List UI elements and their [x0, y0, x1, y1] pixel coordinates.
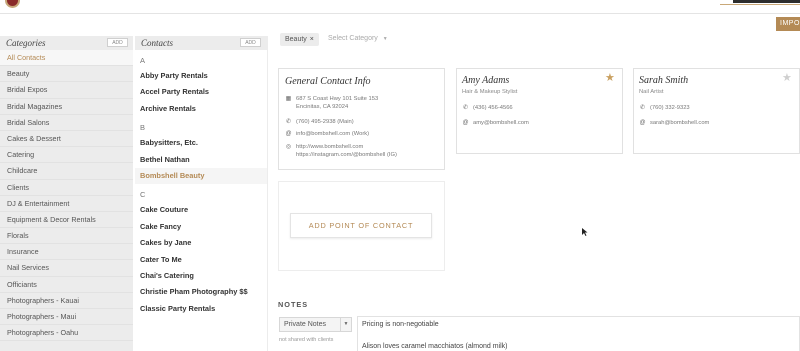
category-item[interactable]: Photographers - Maui: [0, 309, 133, 326]
general-card-title: General Contact Info: [285, 76, 371, 87]
instagram-link[interactable]: https://instagram.com/@bombshell (IG): [296, 152, 397, 158]
email-icon: @: [639, 120, 646, 126]
chevron-down-icon: ▼: [382, 36, 388, 42]
mouse-cursor-icon: [582, 228, 588, 236]
category-item[interactable]: Catering: [0, 147, 133, 164]
work-email[interactable]: info@bombshell.com (Work): [296, 131, 369, 139]
add-category-button[interactable]: ADD: [107, 38, 128, 47]
poc-phone[interactable]: (436) 456-4566: [473, 105, 513, 113]
email-icon: @: [285, 131, 292, 137]
phone-icon: ✆: [462, 105, 469, 111]
notes-hint: not shared with clients: [279, 337, 334, 343]
chip-close-icon[interactable]: ×: [310, 36, 314, 43]
categories-header: Categories ADD: [0, 36, 133, 50]
import-button[interactable]: IMPO: [776, 17, 800, 31]
category-filter-chip: Beauty ×: [280, 33, 319, 46]
category-select-placeholder: Select Category: [328, 35, 378, 42]
category-item[interactable]: Bridal Salons: [0, 115, 133, 131]
contact-group-a: Abby Party Rentals Accel Party Rentals Arc…: [135, 68, 267, 117]
letter-heading-c: C: [140, 190, 146, 200]
contact-list-item[interactable]: Bombshell Beauty: [135, 167, 267, 185]
top-bar: [0, 0, 800, 14]
poc-role: Nail Artist: [639, 89, 664, 95]
categories-title: Categories: [6, 38, 46, 48]
category-item[interactable]: Bridal Magazines: [0, 99, 133, 115]
letter-heading-a: A: [140, 56, 146, 65]
main-phone[interactable]: (760) 495-2938 (Main): [296, 119, 354, 127]
star-icon[interactable]: ★: [605, 73, 615, 84]
category-item[interactable]: Equipment & Decor Rentals: [0, 212, 133, 229]
category-item[interactable]: Beauty: [0, 66, 133, 83]
notes-title: NOTES: [278, 300, 309, 309]
contact-group-c: Cake Couture Cake Fancy Cakes by Jane Cater…: [135, 202, 267, 317]
contact-group-b: Babysitters, Etc. Bethel Nathan Bombshell …: [135, 135, 267, 185]
phone-icon: ✆: [639, 105, 646, 111]
category-item[interactable]: All Contacts: [0, 50, 133, 67]
add-point-of-contact-button[interactable]: ADD POINT OF CONTACT: [290, 213, 432, 238]
general-contact-card: General Contact Info ▦ 687 S Coast Hwy 1…: [278, 68, 445, 170]
poc-card-sarah[interactable]: Sarah Smith ★ Nail Artist ✆ (760) 332-93…: [633, 68, 800, 154]
contact-list-item[interactable]: Cake Fancy: [135, 219, 267, 235]
website-link[interactable]: http://www.bombshell.com: [296, 144, 363, 150]
contact-list-item[interactable]: Bethel Nathan: [135, 152, 267, 168]
letter-heading-b: B: [140, 123, 146, 133]
category-item[interactable]: Cakes & Dessert: [0, 131, 133, 148]
brand-logo[interactable]: [5, 0, 20, 8]
category-item[interactable]: Childcare: [0, 163, 133, 180]
header-divider: [0, 13, 800, 14]
poc-card-amy[interactable]: Amy Adams ★ Hair & Makeup Stylist ✆ (436…: [456, 68, 623, 154]
accent-rule: [720, 4, 800, 5]
categories-panel: Categories ADD All Contacts Beauty Bridal …: [0, 36, 133, 351]
chevron-down-icon: ▼: [340, 318, 351, 331]
contact-list-item[interactable]: Classic Party Rentals: [135, 301, 267, 317]
chip-label: Beauty: [285, 36, 307, 43]
category-item[interactable]: Clients: [0, 180, 133, 196]
category-item[interactable]: Photographers - Kauai: [0, 293, 133, 309]
contact-list-item[interactable]: Chai's Catering: [135, 268, 267, 284]
poc-phone[interactable]: (760) 332-9323: [650, 105, 690, 113]
poc-email[interactable]: sarah@bombshell.com: [650, 120, 709, 128]
category-item[interactable]: Officiants: [0, 277, 133, 293]
contact-list-item[interactable]: Cater To Me: [135, 252, 267, 268]
profile-thumbnail: [733, 0, 800, 3]
note-line: Alison loves caramel macchiatos (almond …: [362, 343, 508, 350]
category-item[interactable]: Photographers - Oahu: [0, 325, 133, 342]
notes-textarea[interactable]: Pricing is non-negotiable Alison loves c…: [357, 316, 800, 351]
category-item[interactable]: DJ & Entertainment: [0, 196, 133, 212]
phone-icon: ✆: [285, 119, 292, 125]
building-icon: ▦: [285, 96, 292, 102]
category-list: All Contacts Beauty Bridal Expos Bridal Mag…: [0, 50, 133, 342]
add-contact-button[interactable]: ADD: [240, 38, 261, 47]
contact-list-item[interactable]: Christie Pham Photography $$: [135, 284, 267, 300]
poc-email[interactable]: amy@bombshell.com: [473, 120, 529, 128]
star-icon[interactable]: ★: [782, 73, 792, 84]
contact-list-item[interactable]: Cake Couture: [135, 202, 267, 218]
contacts-title: Contacts: [141, 38, 174, 48]
address-line-1: 687 S Coast Hwy 101 Suite 153: [296, 96, 379, 102]
address-line-2: Encinitas, CA 92024: [296, 103, 349, 110]
notes-visibility-select[interactable]: Private Notes ▼: [279, 317, 352, 332]
poc-name: Sarah Smith: [639, 75, 689, 86]
notes-select-value: Private Notes: [284, 321, 327, 328]
category-select[interactable]: Select Category ▼: [328, 35, 388, 42]
contacts-header: Contacts ADD: [135, 36, 267, 50]
category-item[interactable]: Bridal Expos: [0, 82, 133, 99]
note-line: Pricing is non-negotiable: [362, 321, 439, 328]
contact-list-item[interactable]: Accel Party Rentals: [135, 84, 267, 100]
contact-list-item[interactable]: Archive Rentals: [135, 101, 267, 117]
poc-name: Amy Adams: [462, 75, 510, 86]
contact-list-item[interactable]: Cakes by Jane: [135, 235, 267, 251]
contact-list-item[interactable]: Abby Party Rentals: [135, 68, 267, 84]
email-icon: @: [462, 120, 469, 126]
category-item[interactable]: Nail Services: [0, 260, 133, 277]
contact-list-item[interactable]: Babysitters, Etc.: [135, 135, 267, 151]
category-item[interactable]: Florals: [0, 228, 133, 245]
poc-role: Hair & Makeup Stylist: [462, 89, 518, 95]
category-item[interactable]: Insurance: [0, 244, 133, 261]
globe-icon: ◎: [285, 144, 292, 150]
contacts-panel: Contacts ADD A Abby Party Rentals Accel P…: [135, 36, 268, 351]
